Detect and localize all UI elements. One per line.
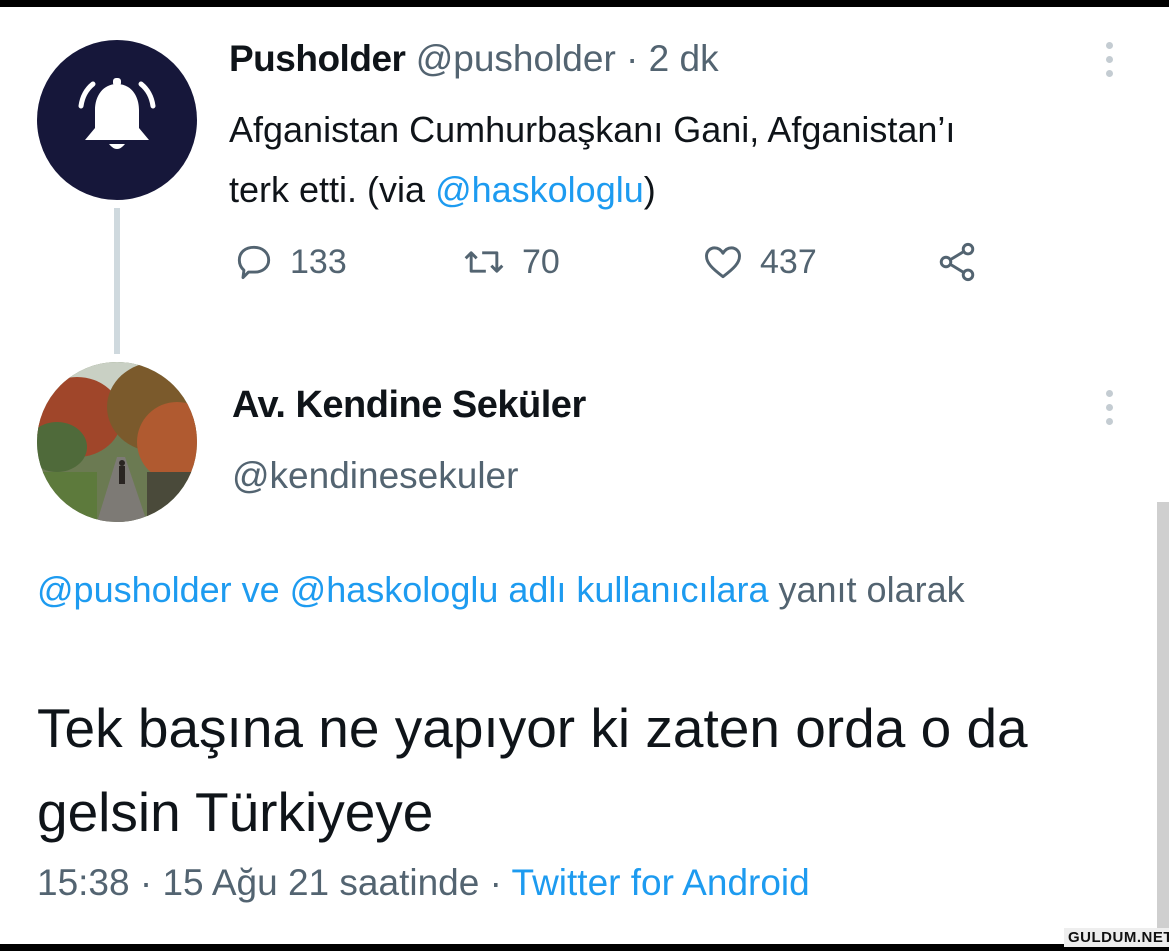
like-count: 437 xyxy=(760,242,817,281)
author-name[interactable]: Pusholder xyxy=(229,38,406,79)
reply-button[interactable]: 133 xyxy=(232,240,347,284)
reply-timestamp[interactable]: 15:38 · 15 Ağu 21 saatinde xyxy=(37,862,479,903)
tweet-more-icon[interactable] xyxy=(1104,42,1114,77)
reply-meta: 15:38 · 15 Ağu 21 saatinde · Twitter for… xyxy=(37,862,810,904)
retweet-icon xyxy=(464,251,504,273)
replying-mentions[interactable]: @pusholder ve @haskologlu adlı kullanıcı… xyxy=(37,569,769,610)
share-icon xyxy=(939,242,975,282)
heart-icon xyxy=(705,246,741,279)
replying-suffix: yanıt olarak xyxy=(768,569,965,610)
tweet-text-line2: terk etti. (via @haskologlu) xyxy=(229,160,1149,220)
reply-text: Tek başına ne yapıyor ki zaten orda o da… xyxy=(37,697,1028,843)
reply-more-icon[interactable] xyxy=(1104,390,1114,425)
tweet-header: Pusholder @pusholder · 2 dk xyxy=(229,38,719,80)
reply-author-name[interactable]: Av. Kendine Seküler xyxy=(232,384,586,427)
scrollbar[interactable] xyxy=(1157,502,1169,951)
header-separator: · xyxy=(615,38,649,79)
tweet-text-suffix: ) xyxy=(643,169,656,210)
kendinesekuler-avatar[interactable] xyxy=(37,362,197,522)
retweet-count: 70 xyxy=(522,242,560,281)
tweet-text-prefix: terk etti. (via xyxy=(229,169,436,210)
bell-icon xyxy=(78,78,156,149)
bottom-border xyxy=(0,944,1169,951)
reply-author-handle[interactable]: @kendinesekuler xyxy=(232,455,518,497)
top-border xyxy=(0,0,1169,7)
pusholder-avatar[interactable] xyxy=(37,40,197,200)
share-button[interactable] xyxy=(932,240,982,284)
retweet-button[interactable]: 70 xyxy=(460,240,560,284)
client-link[interactable]: Twitter for Android xyxy=(512,862,810,903)
avatar-photo xyxy=(37,362,197,522)
author-handle[interactable]: @pusholder xyxy=(416,38,616,79)
thread-connector xyxy=(114,208,120,354)
tweet-actions: 133 70 437 xyxy=(232,240,992,290)
tweet-text: Afganistan Cumhurbaşkanı Gani, Afganista… xyxy=(229,100,1149,220)
mention-link[interactable]: @haskologlu xyxy=(435,169,644,210)
reply-count: 133 xyxy=(290,242,347,281)
replying-to: @pusholder ve @haskologlu adlı kullanıcı… xyxy=(37,560,1117,620)
tweet-text-line1: Afganistan Cumhurbaşkanı Gani, Afganista… xyxy=(229,109,956,150)
reply-icon xyxy=(237,245,271,280)
watermark-logo: GULDUM.NET xyxy=(1064,928,1169,947)
meta-separator: · xyxy=(479,862,512,903)
time-ago[interactable]: 2 dk xyxy=(649,38,719,79)
like-button[interactable]: 437 xyxy=(700,240,817,284)
